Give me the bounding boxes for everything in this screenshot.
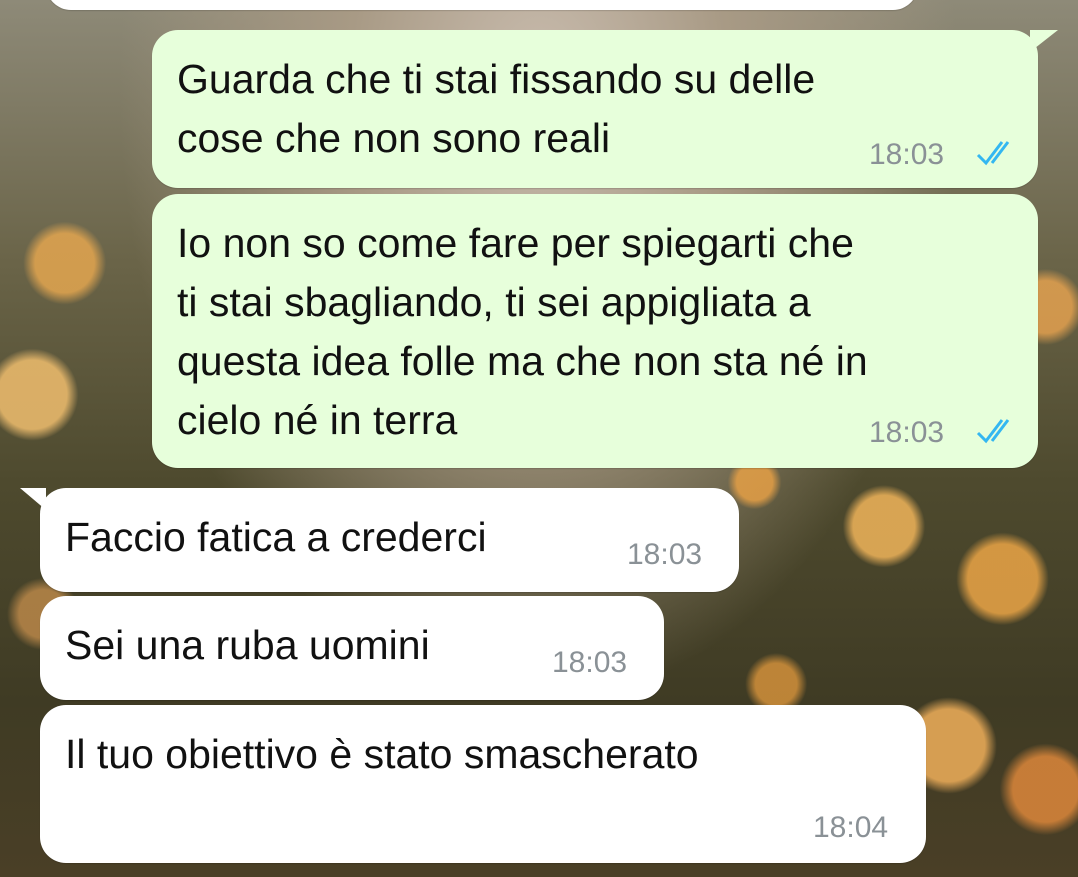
message-timestamp: 18:03 (627, 538, 703, 571)
message-text: Faccio fatica a crederci (65, 514, 487, 560)
message-text: Il tuo obiettivo è stato smascherato (65, 731, 699, 777)
double-check-read-icon (976, 141, 1010, 166)
message-bubble-outgoing[interactable]: Guarda che ti stai fissando su delle cos… (152, 30, 1038, 188)
message-text: Guarda che ti stai fissando su delle cos… (177, 56, 816, 161)
message-text: Sei una ruba uomini (65, 622, 430, 668)
message-bubble-outgoing[interactable]: Io non so come fare per spiegarti che ti… (152, 194, 1038, 468)
message-timestamp: 18:04 (813, 811, 889, 844)
double-check-read-icon (976, 419, 1010, 444)
message-bubble-incoming[interactable]: Sei una ruba uomini 18:03 (40, 596, 664, 700)
message-text: Io non so come fare per spiegarti che ti… (177, 220, 868, 443)
message-bubble-incoming[interactable]: Il tuo obiettivo è stato smascherato 18:… (40, 705, 926, 863)
message-timestamp: 18:03 (552, 646, 628, 679)
message-timestamp: 18:03 (869, 416, 945, 449)
message-bubble-incoming[interactable]: Faccio fatica a crederci 18:03 (40, 488, 739, 592)
message-timestamp: 18:03 (869, 138, 945, 171)
message-bubble-partial[interactable] (46, 0, 918, 10)
